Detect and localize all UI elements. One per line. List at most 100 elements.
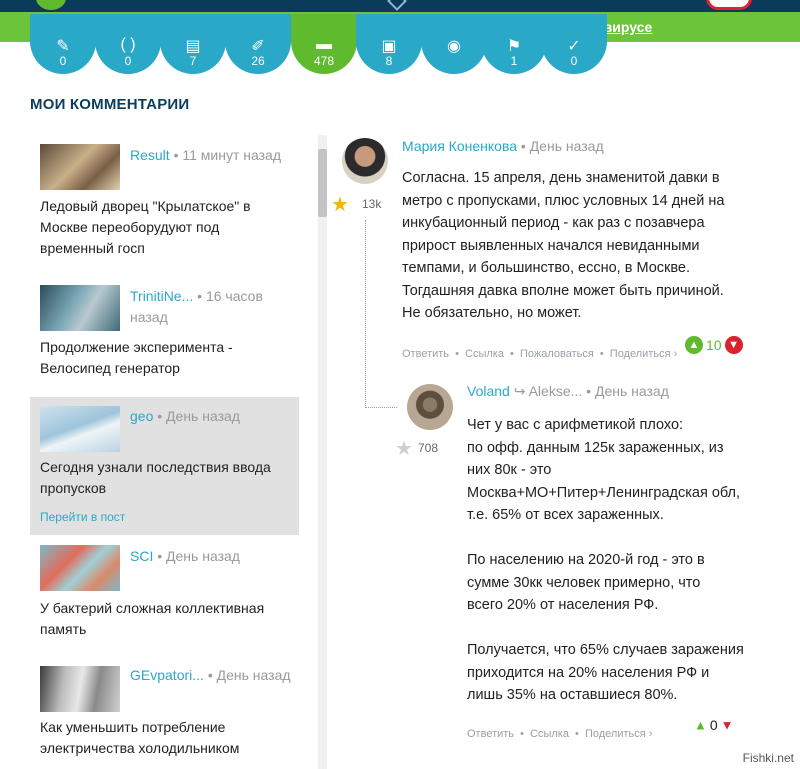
list-item[interactable]: SCI • День назад У бактерий сложная колл… bbox=[30, 537, 299, 657]
comment-line: сумме 30кк человек примерно, что bbox=[467, 574, 701, 591]
my-comments-title: МОИ КОММЕНТАРИИ bbox=[30, 96, 190, 113]
reply-arrow-icon: ↪ bbox=[513, 383, 526, 399]
eye-icon: ◉ bbox=[447, 38, 461, 55]
go-to-post-link[interactable]: Перейти в пост bbox=[40, 510, 125, 524]
bookmark-icon: ⚑ bbox=[506, 38, 522, 55]
stat-views[interactable]: ◉ bbox=[421, 14, 487, 74]
comment-line: По населению на 2020-й год - это в bbox=[467, 552, 705, 568]
comment-line: прирост выявленных начался невиданными bbox=[402, 237, 700, 254]
comment-line bbox=[467, 617, 767, 640]
post-title[interactable]: Ледовый дворец "Крылатское" в Москве пер… bbox=[40, 196, 290, 259]
post-thumbnail[interactable] bbox=[40, 406, 120, 452]
list-item[interactable]: GEvpatori... • День назад Как уменьшить … bbox=[30, 657, 299, 769]
reply-link[interactable]: Ответить bbox=[467, 728, 514, 740]
share-link[interactable]: Поделиться › bbox=[610, 348, 677, 360]
vote-block: ▲ 10 ▼ bbox=[685, 336, 743, 354]
author-link[interactable]: TrinitiNe... bbox=[130, 288, 193, 304]
comment-line bbox=[467, 527, 767, 550]
comment-line: Согласна. 15 апреля, день знаменитой дав… bbox=[402, 170, 720, 186]
avatar[interactable] bbox=[342, 138, 388, 184]
comment-header: Voland ↪ Alekse... • День назад bbox=[467, 383, 669, 400]
separator: • bbox=[520, 728, 524, 740]
reply-to-author[interactable]: Alekse... bbox=[529, 383, 583, 399]
stat-count: 1 bbox=[510, 54, 518, 68]
comment-line: Чет у вас с арифметикой плохо: bbox=[467, 417, 684, 433]
notification-badge[interactable] bbox=[706, 0, 752, 10]
stat-pin[interactable]: ✐ 26 bbox=[225, 14, 291, 74]
thumbs-down-icon[interactable]: ▼ bbox=[721, 717, 734, 732]
stat-count: 0 bbox=[124, 54, 132, 68]
list-item[interactable]: Result • 11 минут назад Ледовый дворец "… bbox=[30, 135, 299, 265]
separator: • bbox=[599, 348, 604, 360]
avatar[interactable] bbox=[407, 384, 453, 430]
post-title[interactable]: Сегодня узнали последствия ввода пропуск… bbox=[40, 457, 290, 499]
author-link[interactable]: GEvpatori... bbox=[130, 667, 204, 683]
stat-discussions[interactable]: ▣ 8 bbox=[356, 14, 422, 74]
chevron-icon: ✓ bbox=[567, 38, 581, 55]
post-title[interactable]: Как уменьшить потребление электричества … bbox=[40, 717, 290, 759]
separator: • bbox=[157, 548, 163, 564]
list-item-highlighted[interactable]: geo • День назад Сегодня узнали последст… bbox=[30, 397, 299, 535]
comment-line: темпами, и большинство, ессно, в Москве. bbox=[402, 260, 690, 276]
vote-count: 10 bbox=[706, 337, 722, 353]
stat-count: 0 bbox=[570, 54, 578, 68]
list-item[interactable]: TrinitiNe... • 16 часов назад Продолжени… bbox=[30, 275, 299, 395]
stat-comments[interactable]: ▬ 478 bbox=[291, 14, 357, 74]
vote-count: 0 bbox=[709, 716, 718, 733]
comment-author[interactable]: Voland bbox=[467, 383, 510, 399]
permalink-link[interactable]: Ссылка bbox=[530, 728, 569, 740]
thumbs-up-icon[interactable]: ▲ bbox=[694, 717, 707, 732]
brackets-icon: ( ) bbox=[120, 36, 136, 53]
comment-author-line: SCI • День назад bbox=[130, 546, 298, 567]
diamond-icon[interactable] bbox=[387, 0, 407, 11]
post-thumbnail[interactable] bbox=[40, 666, 120, 712]
separator: • bbox=[586, 383, 592, 399]
share-link[interactable]: Поделиться › bbox=[585, 728, 652, 740]
comment-line: лишь 35% на оставшиеся 80%. bbox=[467, 687, 678, 703]
site-logo[interactable] bbox=[36, 0, 66, 10]
scrollbar-thumb[interactable] bbox=[318, 149, 327, 217]
pencil-icon: ✎ bbox=[56, 38, 70, 55]
stat-brackets[interactable]: ( ) 0 bbox=[95, 14, 161, 74]
permalink-link[interactable]: Ссылка bbox=[465, 348, 504, 360]
author-link[interactable]: Result bbox=[130, 147, 170, 163]
comment-line: по офф. данным 125к зараженных, из bbox=[467, 439, 724, 456]
separator: • bbox=[157, 408, 163, 424]
list-scrollbar[interactable] bbox=[318, 135, 327, 769]
author-link[interactable]: SCI bbox=[130, 548, 153, 564]
separator: • bbox=[455, 348, 459, 360]
stat-count: 8 bbox=[385, 54, 393, 68]
stat-posts[interactable]: ✎ 0 bbox=[30, 14, 96, 74]
comment-time: День назад bbox=[216, 667, 291, 683]
separator: • bbox=[173, 147, 179, 163]
stat-count: 478 bbox=[313, 54, 335, 68]
comment-author[interactable]: Мария Коненкова bbox=[402, 138, 517, 154]
stat-count: 7 bbox=[189, 54, 197, 68]
comment-author-line: Result • 11 минут назад bbox=[130, 145, 298, 166]
reply-link[interactable]: Ответить bbox=[402, 348, 449, 360]
author-link[interactable]: geo bbox=[130, 408, 153, 424]
thumbs-up-icon[interactable]: ▲ bbox=[685, 336, 703, 354]
stat-bookmarks[interactable]: ⚑ 1 bbox=[481, 14, 547, 74]
separator: • bbox=[520, 138, 526, 154]
post-thumbnail[interactable] bbox=[40, 545, 120, 591]
pin-icon: ✐ bbox=[251, 38, 265, 55]
comment-time: День назад bbox=[594, 383, 669, 399]
top-navigation-bar bbox=[0, 0, 800, 12]
comment-body: Чет у вас с арифметикой плохо: по офф. д… bbox=[467, 414, 767, 707]
separator: • bbox=[207, 667, 213, 683]
vote-block: ▲ 0 ▼ bbox=[694, 716, 734, 734]
post-thumbnail[interactable] bbox=[40, 144, 120, 190]
stat-misc[interactable]: ✓ 0 bbox=[541, 14, 607, 74]
post-thumbnail[interactable] bbox=[40, 285, 120, 331]
watermark: Fishki.net bbox=[742, 751, 794, 765]
post-title[interactable]: Продолжение эксперимента - Велосипед ген… bbox=[40, 337, 290, 379]
report-link[interactable]: Пожаловаться bbox=[520, 348, 594, 360]
post-title[interactable]: У бактерий сложная коллективная память bbox=[40, 598, 290, 640]
separator: • bbox=[197, 288, 203, 304]
comments-icon: ▣ bbox=[381, 38, 397, 55]
comment-author-line: GEvpatori... • День назад bbox=[130, 665, 298, 686]
stat-grid[interactable]: ▤ 7 bbox=[160, 14, 226, 74]
comment-line: Не обязательно, но может. bbox=[402, 305, 582, 321]
thumbs-down-icon[interactable]: ▼ bbox=[724, 336, 743, 354]
